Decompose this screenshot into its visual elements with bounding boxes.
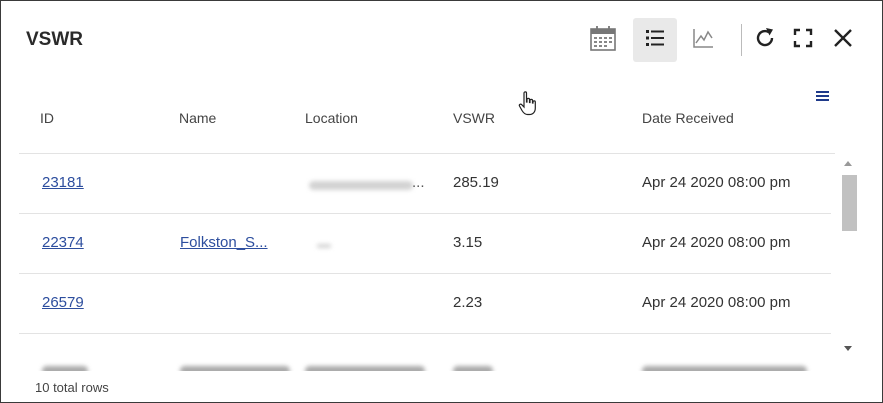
column-header-id[interactable]: ID [40, 110, 54, 126]
row-id-link[interactable]: 26579 [42, 294, 84, 311]
table-row[interactable]: 26579 2.23 Apr 24 2020 08:00 pm [19, 274, 831, 334]
vswr-value: 3.15 [453, 234, 483, 251]
location-ellipsis: ... [412, 174, 425, 191]
vswr-value: 2.23 [453, 294, 483, 311]
column-header-date-received[interactable]: Date Received [642, 110, 734, 126]
scroll-down-arrow[interactable] [844, 346, 852, 351]
vswr-widget: VSWR ID Name Location VSWR Date Received… [0, 0, 883, 403]
calendar-icon [588, 23, 618, 58]
partial-vswr [453, 366, 493, 371]
hand-cursor-icon [518, 91, 538, 122]
close-button[interactable] [821, 18, 865, 62]
calendar-button[interactable] [581, 18, 625, 62]
toolbar-divider [741, 24, 742, 56]
partial-id [42, 366, 88, 371]
expand-button[interactable] [781, 18, 825, 62]
chart-view-icon [691, 26, 715, 55]
row-id-link[interactable]: 23181 [42, 174, 84, 191]
column-header-vswr[interactable]: VSWR [453, 110, 495, 126]
vswr-value: 285.19 [453, 174, 499, 191]
list-view-icon [643, 26, 667, 55]
date-received: Apr 24 2020 08:00 pm [642, 174, 791, 191]
list-view-button[interactable] [633, 18, 677, 62]
table-row[interactable]: 22374 Folkston_S... 3.15 Apr 24 2020 08:… [19, 214, 831, 274]
column-header-name[interactable]: Name [179, 110, 216, 126]
redacted-location [317, 244, 331, 248]
widget-title: VSWR [26, 29, 83, 50]
table-header: ID Name Location VSWR Date Received [19, 83, 835, 154]
refresh-icon [753, 26, 777, 55]
vertical-scrollbar[interactable] [839, 157, 857, 355]
redacted-location [309, 181, 413, 190]
scrollbar-thumb[interactable] [842, 175, 857, 231]
close-icon [832, 27, 854, 54]
date-received: Apr 24 2020 08:00 pm [642, 234, 791, 251]
row-name-link[interactable]: Folkston_S... [180, 234, 268, 251]
row-id-link[interactable]: 22374 [42, 234, 84, 251]
partial-date [642, 366, 807, 371]
table-row-partial[interactable] [19, 334, 831, 371]
expand-icon [792, 27, 814, 54]
chart-view-button[interactable] [681, 18, 725, 62]
date-received: Apr 24 2020 08:00 pm [642, 294, 791, 311]
column-menu-icon[interactable] [815, 89, 831, 108]
column-header-location[interactable]: Location [305, 110, 358, 126]
data-table: ID Name Location VSWR Date Received 2318… [19, 83, 835, 371]
scroll-up-arrow[interactable] [844, 161, 852, 166]
partial-name [180, 366, 290, 371]
table-row[interactable]: 23181 ... 285.19 Apr 24 2020 08:00 pm [19, 154, 831, 214]
partial-location [305, 366, 425, 371]
total-rows-label: 10 total rows [35, 380, 109, 395]
